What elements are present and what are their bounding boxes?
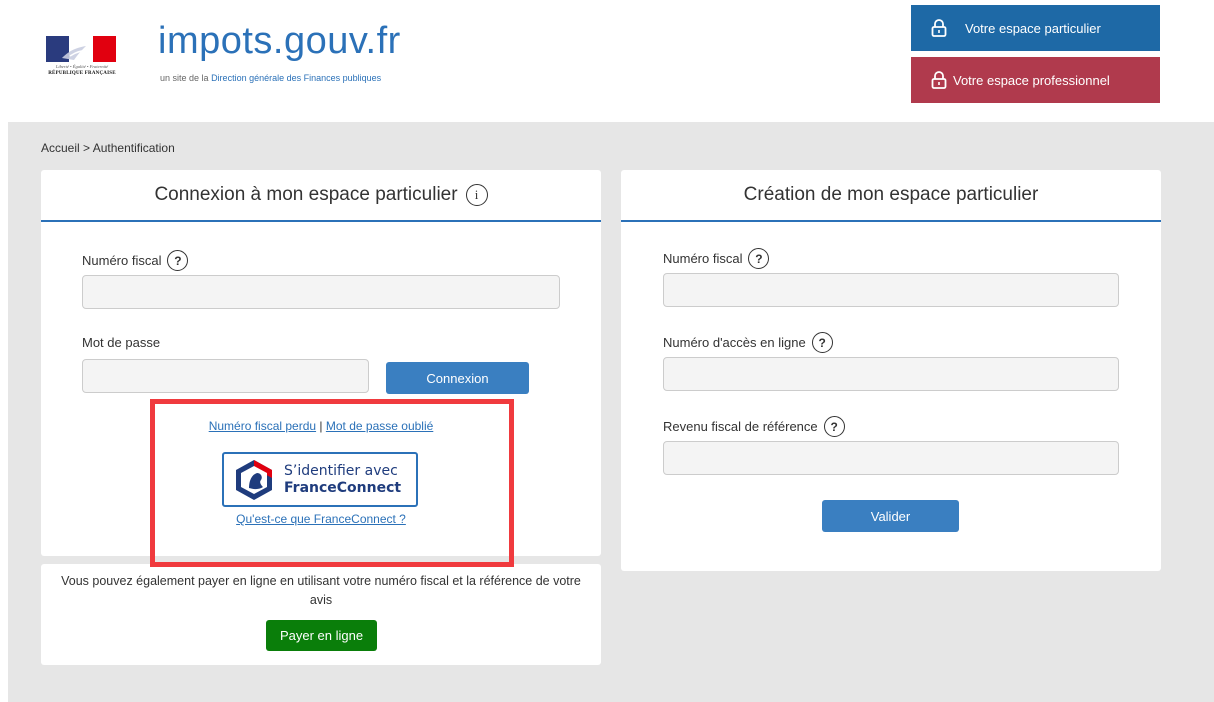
connexion-button[interactable]: Connexion [386, 362, 529, 394]
reference-income-input[interactable] [663, 441, 1119, 475]
lock-icon [931, 19, 947, 37]
help-icon[interactable]: ? [167, 250, 189, 271]
franceconnect-text: S’identifier avec FranceConnect [284, 463, 401, 497]
franceconnect-button[interactable]: S’identifier avec FranceConnect [222, 452, 418, 507]
create-panel: Création de mon espace particulier Numér… [621, 170, 1161, 571]
marianne-flag-icon [46, 36, 116, 62]
brand-sub-prefix: un site de la [160, 73, 209, 83]
main-content: Accueil > Authentification Connexion à m… [8, 122, 1214, 702]
site-header: Liberté • Égalité • Fraternité RÉPUBLIQU… [0, 0, 1214, 122]
franceconnect-line1: S’identifier avec [284, 462, 398, 479]
create-fiscal-label: Numéro fiscal ? [663, 248, 770, 269]
fiscal-number-label-text: Numéro fiscal [82, 253, 162, 268]
help-icon[interactable]: ? [748, 248, 770, 269]
access-number-label: Numéro d'accès en ligne ? [663, 332, 833, 353]
login-panel: Connexion à mon espace particulier i Num… [41, 170, 601, 556]
create-fiscal-input[interactable] [663, 273, 1119, 307]
pay-panel: Vous pouvez également payer en ligne en … [41, 564, 601, 665]
info-icon[interactable]: i [465, 184, 488, 206]
create-panel-title: Création de mon espace particulier [621, 170, 1161, 222]
login-panel-title: Connexion à mon espace particulier i [41, 170, 601, 222]
espace-professionnel-button[interactable]: Votre espace professionnel [911, 57, 1160, 103]
help-icon[interactable]: ? [823, 416, 845, 437]
pay-online-button[interactable]: Payer en ligne [266, 620, 377, 651]
rf-motto: Liberté • Égalité • Fraternité [55, 64, 109, 69]
breadcrumb-current: Authentification [92, 141, 175, 155]
forgot-password-link[interactable]: Mot de passe oublié [326, 419, 433, 433]
what-is-franceconnect-link[interactable]: Qu'est-ce que FranceConnect ? [41, 512, 601, 526]
breadcrumb-separator: > [83, 141, 91, 155]
lock-icon [931, 71, 947, 89]
help-icon[interactable]: ? [811, 332, 833, 353]
espace-professionnel-label: Votre espace professionnel [953, 72, 1110, 88]
fiscal-number-input[interactable] [82, 275, 560, 309]
fiscal-number-label: Numéro fiscal ? [82, 250, 189, 271]
pay-description: Vous pouvez également payer en ligne en … [61, 574, 581, 607]
rf-name: RÉPUBLIQUE FRANÇAISE [48, 71, 116, 76]
site-brand[interactable]: impots.gouv.fr [158, 18, 401, 64]
create-fiscal-label-text: Numéro fiscal [663, 251, 743, 266]
brand-sub-highlight: Direction générale des Finances publique… [211, 73, 382, 83]
access-number-input[interactable] [663, 357, 1119, 391]
password-label-text: Mot de passe [82, 335, 161, 350]
brand-domain: .gouv.fr [272, 20, 401, 62]
access-number-label-text: Numéro d'accès en ligne [663, 335, 806, 350]
valider-button[interactable]: Valider [822, 500, 959, 532]
login-title-text: Connexion à mon espace particulier [154, 184, 458, 205]
lost-fiscal-number-link[interactable]: Numéro fiscal perdu [209, 419, 316, 433]
reference-income-label: Revenu fiscal de référence ? [663, 416, 845, 437]
reference-income-label-text: Revenu fiscal de référence [663, 419, 818, 434]
franceconnect-line2: FranceConnect [284, 479, 402, 496]
recovery-links: Numéro fiscal perdu | Mot de passe oubli… [41, 419, 601, 433]
breadcrumb-home[interactable]: Accueil [41, 141, 80, 155]
links-separator: | [319, 419, 323, 433]
republique-francaise-logo[interactable]: Liberté • Égalité • Fraternité RÉPUBLIQU… [44, 36, 120, 82]
brand-subtitle: un site de la Direction générale des Fin… [160, 73, 381, 83]
brand-main: impots [158, 20, 273, 62]
breadcrumb: Accueil > Authentification [41, 141, 175, 155]
password-label: Mot de passe [82, 335, 160, 350]
franceconnect-logo-icon [236, 459, 272, 500]
espace-particulier-button[interactable]: Votre espace particulier [911, 5, 1160, 51]
espace-particulier-label: Votre espace particulier [965, 20, 1101, 36]
password-input[interactable] [82, 359, 369, 393]
